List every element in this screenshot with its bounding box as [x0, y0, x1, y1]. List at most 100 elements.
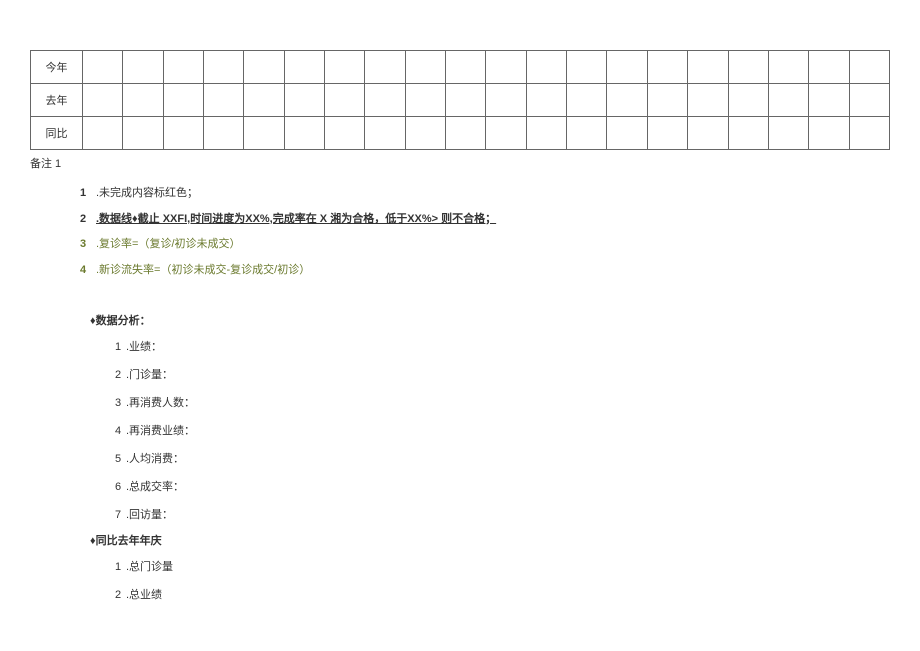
table-cell	[123, 117, 163, 150]
note-text: .未完成内容标红色；	[96, 187, 198, 199]
analysis-item: 2.门诊量：	[90, 360, 890, 388]
table-cell	[688, 84, 728, 117]
analysis-number: 2	[110, 369, 126, 381]
analysis-item: 4.再消费业绩：	[90, 416, 890, 444]
table-cell	[83, 117, 123, 150]
table-cell	[446, 84, 486, 117]
table-cell	[526, 117, 566, 150]
notes-list: 1.未完成内容标红色；2.数据线♦截止 XXFI,时间进度为XX%,完成率在 X…	[30, 181, 890, 283]
table-cell	[83, 84, 123, 117]
table-cell	[204, 117, 244, 150]
table-cell	[486, 84, 526, 117]
table-cell	[728, 117, 768, 150]
table-cell	[809, 117, 849, 150]
table-cell	[446, 117, 486, 150]
analysis-number: 4	[110, 425, 126, 437]
table-cell	[688, 117, 728, 150]
analysis-text: .人均消费：	[126, 453, 184, 465]
table-cell	[365, 51, 405, 84]
note-number: 1	[80, 185, 96, 203]
table-cell	[284, 117, 324, 150]
note-item: 2.数据线♦截止 XXFI,时间进度为XX%,完成率在 X 湘为合格，低于XX%…	[30, 207, 890, 233]
row-label: 去年	[31, 84, 83, 117]
analysis-header-1: ♦数据分析：	[90, 308, 890, 332]
note-text: .复诊率=（复诊/初诊未成交）	[96, 238, 241, 250]
analysis-item: 5.人均消费：	[90, 444, 890, 472]
table-cell	[284, 51, 324, 84]
table-cell	[849, 117, 889, 150]
table-cell	[486, 117, 526, 150]
table-cell	[809, 51, 849, 84]
analysis-number: 1	[110, 561, 126, 573]
analysis-number: 6	[110, 481, 126, 493]
table-row: 去年	[31, 84, 890, 117]
analysis-number: 1	[110, 341, 126, 353]
table-cell	[849, 51, 889, 84]
table-cell	[607, 117, 647, 150]
note-number: 2	[80, 211, 96, 229]
table-cell	[647, 117, 687, 150]
analysis-text: .总成交率：	[126, 481, 184, 493]
table-cell	[204, 51, 244, 84]
analysis-text: .再消费业绩：	[126, 425, 195, 437]
table-cell	[244, 84, 284, 117]
analysis-item: 6.总成交率：	[90, 472, 890, 500]
table-cell	[325, 117, 365, 150]
table-cell	[567, 51, 607, 84]
table-row: 同比	[31, 117, 890, 150]
note-text: .新诊流失率=（初诊未成交-复诊成交/初诊）	[96, 264, 310, 276]
table-cell	[526, 84, 566, 117]
table-cell	[526, 51, 566, 84]
note-number: 3	[80, 236, 96, 254]
table-cell	[647, 51, 687, 84]
table-cell	[728, 84, 768, 117]
table-cell	[486, 51, 526, 84]
analysis-item: 7.回访量：	[90, 500, 890, 528]
table-cell	[365, 84, 405, 117]
table-cell	[325, 84, 365, 117]
table-cell	[647, 84, 687, 117]
note-number: 4	[80, 262, 96, 280]
table-cell	[244, 117, 284, 150]
table-cell	[204, 84, 244, 117]
note-text: .数据线♦截止 XXFI,时间进度为XX%,完成率在 X 湘为合格，低于XX%>…	[96, 213, 496, 225]
analysis-text: .总门诊量	[126, 561, 173, 573]
table-cell	[567, 117, 607, 150]
table-cell	[83, 51, 123, 84]
table-cell	[809, 84, 849, 117]
table-cell	[163, 51, 203, 84]
analysis-text: .门诊量：	[126, 369, 173, 381]
analysis-header-2: ♦同比去年年庆	[90, 528, 890, 552]
comparison-table: 今年去年同比	[30, 50, 890, 150]
row-label: 同比	[31, 117, 83, 150]
notes-section: 备注 1 1.未完成内容标红色；2.数据线♦截止 XXFI,时间进度为XX%,完…	[0, 150, 920, 283]
table-cell	[849, 84, 889, 117]
table-cell	[244, 51, 284, 84]
analysis-number: 3	[110, 397, 126, 409]
analysis-number: 7	[110, 509, 126, 521]
table-cell	[607, 51, 647, 84]
table-cell	[768, 84, 808, 117]
analysis-number: 2	[110, 589, 126, 601]
note-item: 1.未完成内容标红色；	[30, 181, 890, 207]
analysis-text: .回访量：	[126, 509, 173, 521]
table-cell	[365, 117, 405, 150]
table-cell	[163, 84, 203, 117]
table-cell	[405, 51, 445, 84]
analysis-text: .再消费人数：	[126, 397, 195, 409]
table-cell	[688, 51, 728, 84]
analysis-item: 1.总门诊量	[90, 552, 890, 580]
table-cell	[123, 84, 163, 117]
table-cell	[446, 51, 486, 84]
analysis-item: 2.总业绩	[90, 580, 890, 608]
table-cell	[163, 117, 203, 150]
row-label: 今年	[31, 51, 83, 84]
table-cell	[123, 51, 163, 84]
table-cell	[768, 51, 808, 84]
analysis-text: .总业绩	[126, 589, 162, 601]
table-cell	[405, 84, 445, 117]
analysis-text: .业绩：	[126, 341, 162, 353]
analysis-list-1: 1.业绩：2.门诊量：3.再消费人数：4.再消费业绩：5.人均消费：6.总成交率…	[90, 332, 890, 528]
table-cell	[567, 84, 607, 117]
table-cell	[325, 51, 365, 84]
